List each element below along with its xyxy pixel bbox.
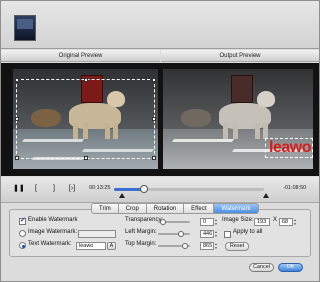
size-separator: X	[273, 217, 278, 223]
left-margin-slider-knob[interactable]	[178, 231, 184, 237]
output-preview-header: Output Preview	[161, 50, 319, 62]
image-size-label: Image Size:	[222, 217, 254, 223]
top-margin-field[interactable]: 865	[200, 242, 214, 250]
crop-handle[interactable]	[84, 156, 88, 160]
watermark-overlay-text[interactable]: leawo	[269, 139, 311, 157]
crop-frame[interactable]	[15, 78, 156, 160]
crop-handle[interactable]	[15, 117, 19, 121]
image-width-field[interactable]: 193	[254, 218, 270, 226]
apply-to-all-label: Apply to all	[233, 229, 263, 235]
trim-start-marker[interactable]	[119, 193, 125, 198]
transparency-slider-knob[interactable]	[160, 219, 166, 225]
transparency-field[interactable]: 0	[200, 218, 214, 226]
reset-button[interactable]: Reset	[225, 242, 249, 251]
font-icon: A	[109, 243, 114, 249]
left-margin-field[interactable]: 446	[200, 230, 214, 238]
crop-handle[interactable]	[84, 78, 88, 82]
video-thumbnail[interactable]	[14, 15, 36, 41]
step-frame-icon[interactable]: [›]	[67, 184, 77, 194]
mark-in-icon[interactable]: [	[31, 184, 41, 194]
crop-handle[interactable]	[152, 78, 156, 82]
tab-crop[interactable]: Crop	[118, 203, 147, 214]
tab-effect[interactable]: Effect	[184, 203, 215, 214]
thumbnail-strip	[1, 1, 319, 49]
enable-watermark-checkbox[interactable]	[19, 216, 26, 225]
video-editor-window: Original Preview Output Preview leawo ❚❚…	[0, 0, 320, 282]
text-watermark-radio[interactable]	[19, 242, 26, 249]
transparency-stepper[interactable]: ▲ ▼	[214, 218, 218, 226]
cancel-button[interactable]: Cancel	[249, 263, 274, 272]
original-preview-header: Original Preview	[1, 50, 160, 62]
tab-watermark[interactable]: Watermark	[214, 203, 259, 214]
trim-end-marker[interactable]	[263, 193, 269, 198]
image-watermark-path-field[interactable]	[78, 230, 116, 238]
apply-to-all-checkbox[interactable]	[224, 231, 231, 238]
playback-controls: ❚❚ [ ] [›] 00:13:25 -01:08:50	[1, 177, 319, 203]
text-watermark-input[interactable]: leawo	[76, 242, 106, 250]
crop-handle[interactable]	[15, 78, 19, 82]
tab-rotation[interactable]: Rotation	[146, 203, 185, 214]
current-time: 00:13:25	[89, 185, 111, 191]
remaining-time: -01:08:50	[283, 185, 307, 191]
timeline-playhead[interactable]	[140, 185, 148, 193]
top-margin-slider-knob[interactable]	[182, 243, 188, 249]
watermark-settings-panel: Enable Watermark Transparency: 0 ▲▼ Imag…	[9, 209, 311, 257]
image-height-field[interactable]: 68	[279, 218, 293, 226]
mark-out-icon[interactable]: ]	[49, 184, 59, 194]
timeline-track[interactable]	[114, 188, 264, 191]
enable-watermark-label: Enable Watermark	[28, 217, 78, 223]
image-height-stepper[interactable]: ▲ ▼	[293, 218, 297, 226]
pause-icon[interactable]: ❚❚	[13, 184, 25, 194]
left-margin-label: Left Margin:	[125, 229, 157, 235]
crop-handle[interactable]	[15, 156, 19, 160]
text-watermark-label: Text Watermark:	[28, 241, 72, 247]
crop-handle[interactable]	[152, 156, 156, 160]
output-preview-pane: leawo	[163, 69, 313, 169]
top-margin-label: Top Margin:	[125, 241, 157, 247]
left-margin-slider[interactable]	[158, 233, 190, 235]
ok-button[interactable]: OK	[278, 263, 303, 272]
image-watermark-radio[interactable]	[19, 230, 26, 237]
image-watermark-label: Image Watermark:	[28, 229, 78, 235]
tab-trim[interactable]: Trim	[91, 203, 119, 214]
edit-tabs: Trim Crop Rotation Effect Watermark	[91, 203, 259, 214]
preview-area: leawo	[1, 63, 319, 176]
top-margin-stepper[interactable]: ▲ ▼	[214, 242, 218, 250]
text-font-button[interactable]: A	[107, 242, 116, 250]
left-margin-stepper[interactable]: ▲ ▼	[214, 230, 218, 238]
original-preview-pane	[13, 69, 158, 169]
crop-handle[interactable]	[152, 117, 156, 121]
